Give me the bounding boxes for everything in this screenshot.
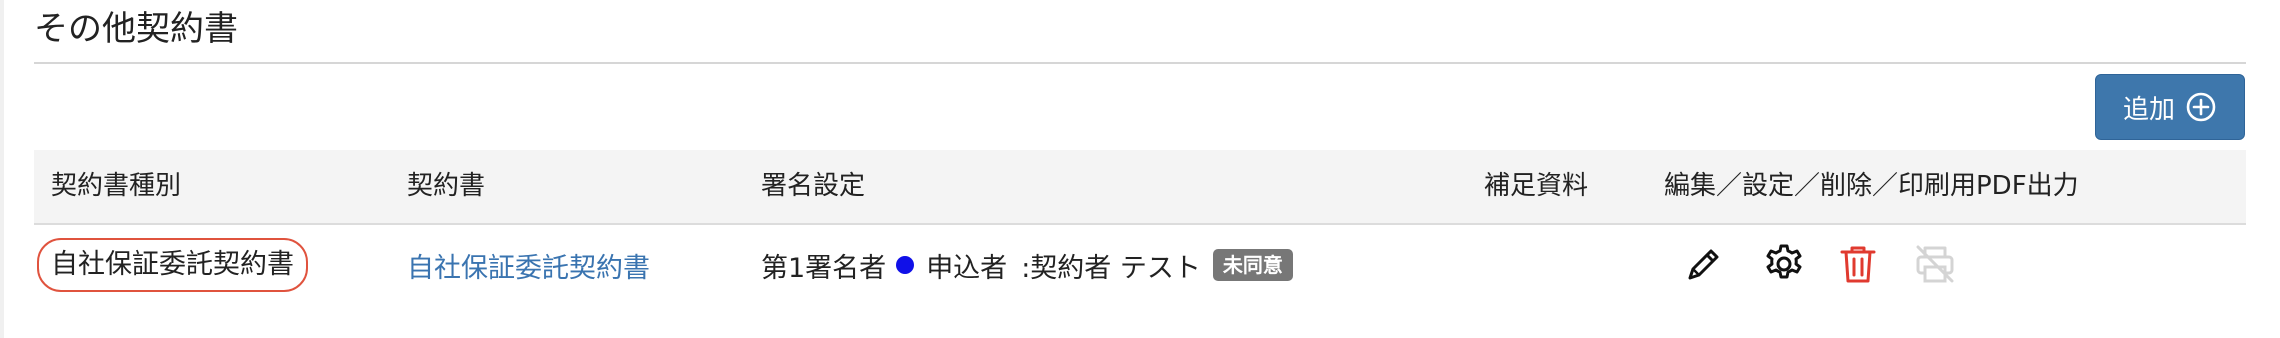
column-header-actions: 編集／設定／削除／印刷用PDF出力 [1664, 171, 2079, 201]
settings-button[interactable] [1761, 243, 1807, 289]
pencil-icon [1684, 244, 1724, 288]
column-header-signature: 署名設定 [761, 171, 866, 201]
signer-name: :契約者 テスト [1021, 252, 1201, 284]
signer-status-dot [896, 256, 915, 274]
signer-role: 申込者 [926, 252, 1008, 284]
table-header: 契約書種別 契約書 署名設定 補足資料 編集／設定／削除／印刷用PDF出力 [34, 150, 2246, 225]
contracts-section: その他契約書 追加 契約書種別 契約書 署名設定 補足資料 編集／設定／削除／印… [0, 0, 2280, 338]
delete-button[interactable] [1835, 243, 1881, 289]
edit-button[interactable] [1681, 243, 1727, 289]
document-link[interactable]: 自社保証委託契約書 [407, 246, 650, 285]
table-row: 自社保証委託契約書 自社保証委託契約書 第1署名者 申込者 :契約者 テスト 未… [34, 225, 2246, 305]
contract-type-cell: 自社保証委託契約書 [37, 225, 308, 305]
left-border [0, 0, 4, 338]
signature-cell: 第1署名者 申込者 :契約者 テスト 未同意 [761, 225, 1293, 305]
print-pdf-button[interactable] [1912, 243, 1958, 289]
column-header-supplement: 補足資料 [1484, 171, 1589, 201]
printer-icon [1914, 243, 1956, 289]
contract-type-label: 自社保証委託契約書 [37, 238, 308, 292]
add-button[interactable]: 追加 [2095, 74, 2245, 140]
plus-circle-icon [2185, 91, 2217, 123]
add-button-label: 追加 [2122, 94, 2175, 125]
section-title: その他契約書 [34, 9, 238, 49]
column-header-document: 契約書 [407, 171, 486, 201]
title-divider [34, 62, 2246, 64]
column-header-type: 契約書種別 [51, 171, 182, 201]
trash-icon [1838, 243, 1878, 289]
document-cell: 自社保証委託契約書 [407, 225, 650, 305]
signer-order: 第1署名者 [761, 252, 887, 284]
consent-status-badge: 未同意 [1212, 249, 1293, 281]
gear-icon [1763, 243, 1805, 289]
